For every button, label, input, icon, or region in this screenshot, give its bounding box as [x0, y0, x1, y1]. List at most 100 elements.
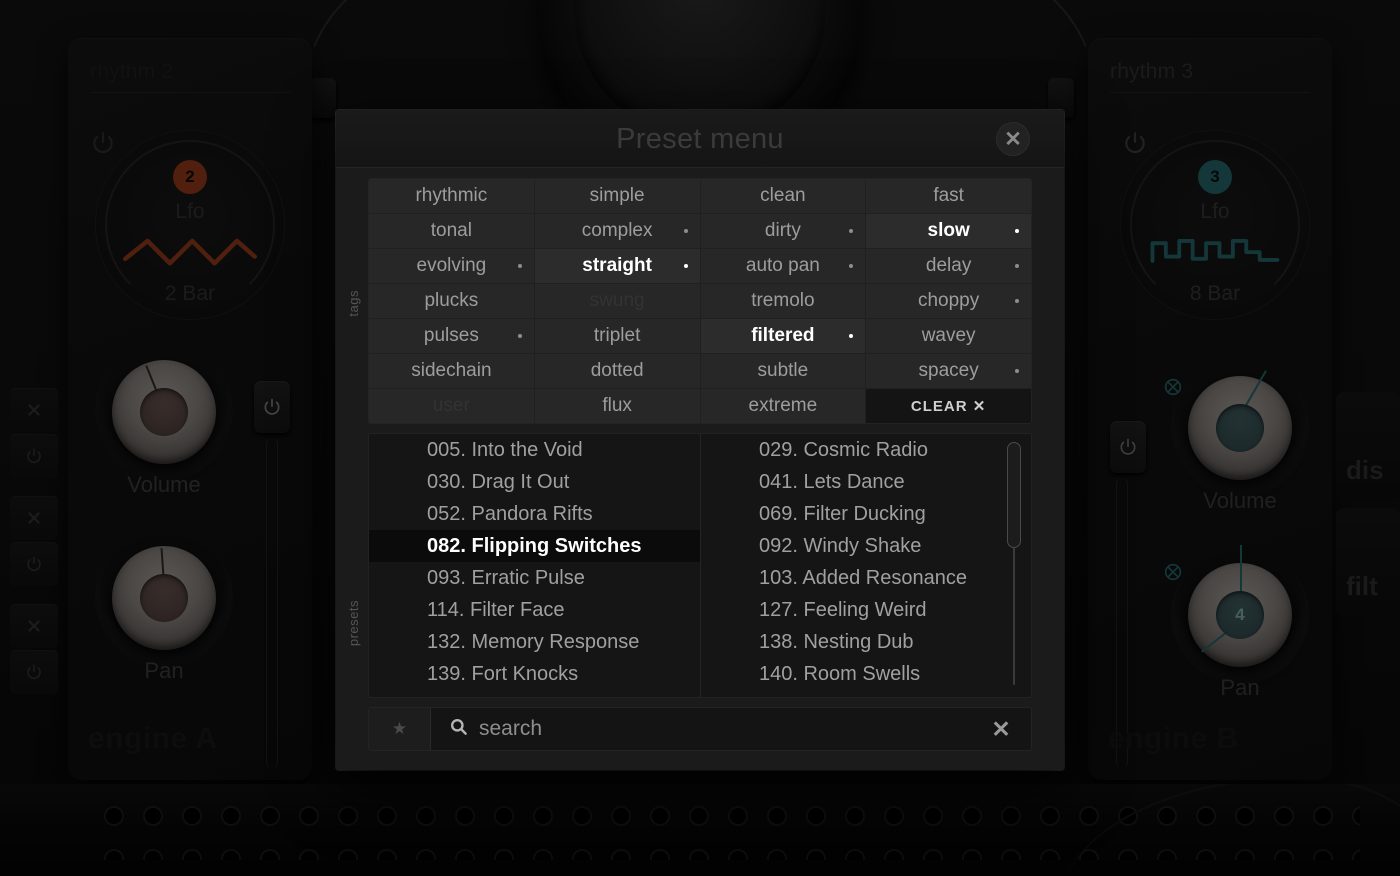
preset-item[interactable]: 030. Drag It Out — [369, 466, 700, 498]
tag-label: delay — [925, 255, 972, 276]
dialog-body: tags presets rhythmic simple clean fast tona… — [336, 168, 1064, 770]
tag-label: complex — [581, 220, 653, 241]
tag-label: simple — [589, 185, 645, 206]
presets-section-label: presets — [346, 600, 361, 647]
tag-selected-dot — [1015, 299, 1019, 303]
favorites-star-icon[interactable]: ★ — [369, 708, 431, 750]
tag-label: evolving — [416, 255, 487, 276]
tag-evolving[interactable]: evolving — [369, 249, 534, 283]
preset-column-left[interactable]: 005. Into the Void 030. Drag It Out 052. P… — [369, 434, 700, 697]
tag-clear[interactable]: CLEAR ✕ — [866, 389, 1031, 423]
preset-item[interactable]: 138. Nesting Dub — [701, 626, 1031, 658]
tag-label: fast — [933, 185, 964, 206]
dialog-titlebar: Preset menu ✕ — [336, 110, 1064, 168]
tag-filter-grid: rhythmic simple clean fast tonal complex dirty… — [368, 178, 1032, 424]
preset-item[interactable]: 145. WindUp & Fade — [701, 690, 1031, 697]
tag-label: clean — [760, 185, 806, 206]
tag-label: triplet — [593, 325, 641, 346]
preset-scrollbar[interactable] — [1007, 442, 1021, 691]
preset-item[interactable]: 093. Erratic Pulse — [369, 562, 700, 594]
preset-item[interactable]: 114. Filter Face — [369, 594, 700, 626]
search-icon — [449, 717, 468, 742]
preset-item[interactable]: 069. Filter Ducking — [701, 498, 1031, 530]
tag-pulses[interactable]: pulses — [369, 319, 534, 353]
tag-complex[interactable]: complex — [534, 214, 700, 248]
preset-item[interactable]: 092. Windy Shake — [701, 530, 1031, 562]
preset-list-area: 005. Into the Void 030. Drag It Out 052. P… — [368, 433, 1032, 698]
tag-flux[interactable]: flux — [534, 389, 700, 423]
tag-swung[interactable]: swung — [534, 284, 700, 318]
tag-label: wavey — [921, 325, 976, 346]
tag-label: subtle — [757, 360, 809, 381]
preset-item[interactable]: 139. Fort Knocks — [369, 658, 700, 690]
tag-dirty[interactable]: dirty — [700, 214, 866, 248]
tag-label: sidechain — [411, 360, 492, 381]
tag-selected-dot — [849, 334, 854, 338]
tag-label: extreme — [748, 395, 818, 416]
tag-slow[interactable]: slow — [866, 214, 1031, 248]
tag-label: rhythmic — [415, 185, 488, 206]
preset-item[interactable]: 127. Feeling Weird — [701, 594, 1031, 626]
tag-label: straight — [582, 255, 652, 276]
tag-selected-dot — [1015, 229, 1019, 233]
tag-straight[interactable]: straight — [534, 249, 700, 283]
tag-label: slow — [927, 220, 970, 241]
tag-selected-dot — [1015, 369, 1019, 373]
tag-spacey[interactable]: spacey — [866, 354, 1031, 388]
tag-fast[interactable]: fast — [866, 179, 1031, 213]
search-clear-icon[interactable]: ✕ — [971, 708, 1031, 750]
search-input[interactable] — [479, 717, 971, 741]
tag-triplet[interactable]: triplet — [534, 319, 700, 353]
tag-filtered[interactable]: filtered — [700, 319, 866, 353]
tag-label: flux — [602, 395, 632, 416]
tag-label: auto pan — [745, 255, 820, 276]
preset-item[interactable]: 005. Into the Void — [369, 434, 700, 466]
tag-rhythmic[interactable]: rhythmic — [369, 179, 534, 213]
preset-item[interactable]: 144. Militant Transients — [369, 690, 700, 697]
tag-label: tonal — [430, 220, 472, 241]
tag-label: user — [432, 395, 470, 416]
tags-section-label: tags — [346, 290, 361, 317]
tag-selected-dot — [683, 264, 688, 268]
tag-subtle[interactable]: subtle — [700, 354, 866, 388]
tag-tonal[interactable]: tonal — [369, 214, 534, 248]
tag-label: spacey — [918, 360, 979, 381]
tag-wavey[interactable]: wavey — [866, 319, 1031, 353]
preset-item[interactable]: 041. Lets Dance — [701, 466, 1031, 498]
scrollbar-track — [1013, 546, 1015, 685]
tag-label: dirty — [764, 220, 801, 241]
preset-column-right[interactable]: 029. Cosmic Radio 041. Lets Dance 069. Fil… — [700, 434, 1031, 697]
tag-simple[interactable]: simple — [534, 179, 700, 213]
tag-selected-dot — [517, 264, 522, 268]
tag-delay[interactable]: delay — [866, 249, 1031, 283]
preset-item[interactable]: 132. Memory Response — [369, 626, 700, 658]
close-icon[interactable]: ✕ — [996, 122, 1030, 156]
tag-label: pulses — [423, 325, 479, 346]
scrollbar-thumb[interactable] — [1007, 442, 1021, 548]
tag-label: filtered — [751, 325, 815, 346]
tag-label: CLEAR ✕ — [910, 398, 987, 415]
search-field[interactable] — [431, 708, 971, 750]
tag-label: swung — [589, 290, 645, 311]
tag-selected-dot — [683, 229, 688, 233]
tag-plucks[interactable]: plucks — [369, 284, 534, 318]
preset-item[interactable]: 103. Added Resonance — [701, 562, 1031, 594]
preset-item[interactable]: 029. Cosmic Radio — [701, 434, 1031, 466]
tag-sidechain[interactable]: sidechain — [369, 354, 534, 388]
tag-tremolo[interactable]: tremolo — [700, 284, 866, 318]
tag-auto-pan[interactable]: auto pan — [700, 249, 866, 283]
plugin-window: rhythm 2 2 Lfo 2 Bar Volume — [0, 0, 1400, 876]
preset-menu-dialog: Preset menu ✕ tags presets rhythmic simpl… — [336, 110, 1064, 770]
tag-label: choppy — [917, 290, 980, 311]
tag-selected-dot — [517, 334, 522, 338]
tag-extreme[interactable]: extreme — [700, 389, 866, 423]
tag-choppy[interactable]: choppy — [866, 284, 1031, 318]
tag-dotted[interactable]: dotted — [534, 354, 700, 388]
preset-item-selected[interactable]: 082. Flipping Switches — [369, 530, 700, 562]
tag-label: dotted — [590, 360, 644, 381]
preset-item[interactable]: 052. Pandora Rifts — [369, 498, 700, 530]
preset-item[interactable]: 140. Room Swells — [701, 658, 1031, 690]
tag-clean[interactable]: clean — [700, 179, 866, 213]
tag-selected-dot — [1015, 264, 1019, 268]
tag-user[interactable]: user — [369, 389, 534, 423]
